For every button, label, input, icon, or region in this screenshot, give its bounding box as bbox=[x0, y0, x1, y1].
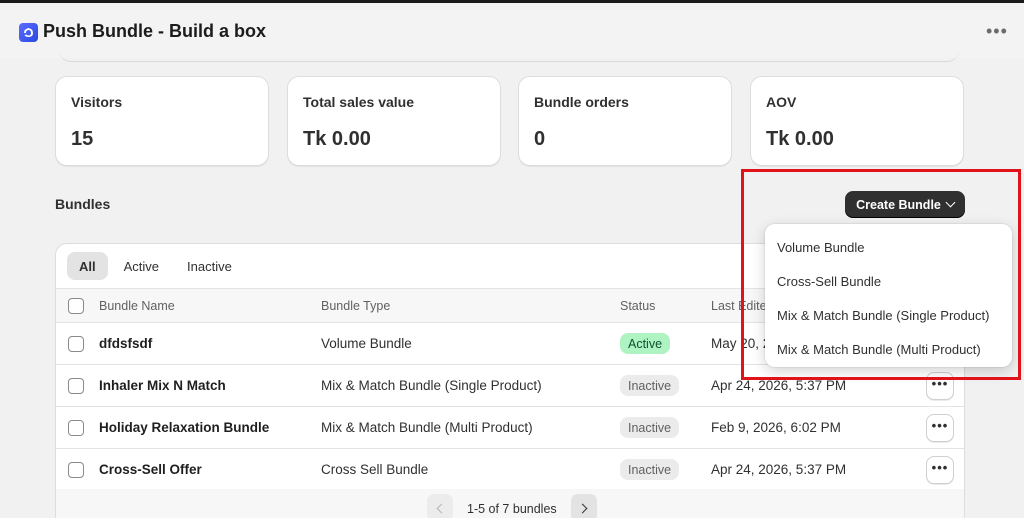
row-checkbox[interactable] bbox=[68, 336, 84, 352]
menu-item-mix-match-single[interactable]: Mix & Match Bundle (Single Product) bbox=[765, 298, 1012, 332]
chevron-left-icon bbox=[436, 503, 447, 513]
stat-label: Total sales value bbox=[303, 94, 415, 110]
status-badge: Inactive bbox=[620, 459, 680, 480]
stat-card-bundle-orders: Bundle orders 0 bbox=[518, 76, 732, 166]
create-bundle-label: Create Bundle bbox=[856, 197, 941, 212]
bundle-name[interactable]: Cross-Sell Offer bbox=[99, 462, 202, 477]
last-edited: Apr 24, 2026, 5:37 PM bbox=[711, 378, 847, 393]
status-badge: Active bbox=[620, 333, 671, 354]
status-badge: Inactive bbox=[620, 417, 680, 438]
table-row[interactable]: Cross-Sell Offer Cross Sell Bundle Inact… bbox=[56, 449, 964, 491]
stat-value: Tk 0.00 bbox=[303, 128, 371, 150]
stat-value: 15 bbox=[71, 128, 94, 150]
row-checkbox[interactable] bbox=[68, 462, 84, 478]
tab-active[interactable]: Active bbox=[112, 252, 171, 280]
table-row[interactable]: Inhaler Mix N Match Mix & Match Bundle (… bbox=[56, 365, 964, 407]
stat-card-aov: AOV Tk 0.00 bbox=[750, 76, 964, 166]
bundle-name[interactable]: Holiday Relaxation Bundle bbox=[99, 420, 269, 435]
status-badge: Inactive bbox=[620, 375, 680, 396]
last-edited: Apr 24, 2026, 5:37 PM bbox=[711, 462, 847, 477]
menu-item-mix-match-multi[interactable]: Mix & Match Bundle (Multi Product) bbox=[765, 332, 1012, 366]
chevron-down-icon bbox=[945, 197, 956, 208]
stat-label: AOV bbox=[766, 94, 797, 110]
row-checkbox[interactable] bbox=[68, 378, 84, 394]
bundle-type: Cross Sell Bundle bbox=[321, 462, 429, 477]
row-more-actions-button[interactable]: ••• bbox=[926, 414, 954, 442]
app-logo-icon bbox=[19, 23, 38, 42]
collapsed-card-edge bbox=[59, 48, 959, 62]
create-bundle-menu: Volume Bundle Cross-Sell Bundle Mix & Ma… bbox=[765, 224, 1012, 367]
last-edited: Feb 9, 2026, 6:02 PM bbox=[711, 420, 841, 435]
bundle-type: Mix & Match Bundle (Multi Product) bbox=[321, 420, 533, 435]
column-header-status: Status bbox=[620, 299, 656, 313]
chevron-right-icon bbox=[577, 503, 588, 513]
create-bundle-button[interactable]: Create Bundle bbox=[845, 191, 965, 218]
filter-tabs: All Active Inactive bbox=[67, 252, 244, 280]
app-title: Push Bundle - Build a box bbox=[43, 21, 267, 41]
stat-card-visitors: Visitors 15 bbox=[55, 76, 269, 166]
row-more-actions-button[interactable]: ••• bbox=[926, 372, 954, 400]
select-all-checkbox[interactable] bbox=[68, 298, 84, 314]
column-header-name: Bundle Name bbox=[99, 299, 175, 313]
row-more-actions-button[interactable]: ••• bbox=[926, 456, 954, 484]
stat-label: Bundle orders bbox=[534, 94, 629, 110]
more-dots-icon: ••• bbox=[931, 418, 949, 433]
menu-item-volume-bundle[interactable]: Volume Bundle bbox=[765, 230, 1012, 264]
stat-label: Visitors bbox=[71, 94, 123, 110]
stat-card-total-sales: Total sales value Tk 0.00 bbox=[287, 76, 501, 166]
column-header-last-edited: Last Edite bbox=[711, 299, 767, 313]
more-dots-icon: ••• bbox=[931, 376, 949, 391]
bundle-name[interactable]: Inhaler Mix N Match bbox=[99, 378, 226, 393]
next-page-button[interactable] bbox=[571, 494, 597, 518]
row-checkbox[interactable] bbox=[68, 420, 84, 436]
previous-page-button[interactable] bbox=[427, 494, 453, 518]
more-actions-icon[interactable]: ••• bbox=[986, 21, 1008, 42]
bundle-type: Volume Bundle bbox=[321, 336, 412, 351]
menu-item-cross-sell-bundle[interactable]: Cross-Sell Bundle bbox=[765, 264, 1012, 298]
stat-value: 0 bbox=[534, 128, 546, 150]
bundle-type: Mix & Match Bundle (Single Product) bbox=[321, 378, 542, 393]
tab-inactive[interactable]: Inactive bbox=[175, 252, 244, 280]
column-header-type: Bundle Type bbox=[321, 299, 391, 313]
more-dots-icon: ••• bbox=[931, 460, 949, 475]
last-edited: May 20, 2 bbox=[711, 336, 771, 351]
pagination-bar: 1-5 of 7 bundles bbox=[56, 489, 964, 518]
stat-value: Tk 0.00 bbox=[766, 128, 834, 150]
pagination-summary: 1-5 of 7 bundles bbox=[467, 502, 557, 516]
tab-all[interactable]: All bbox=[67, 252, 108, 280]
bundles-section-title: Bundles bbox=[55, 196, 111, 212]
bundle-name[interactable]: dfdsfsdf bbox=[99, 336, 152, 351]
table-row[interactable]: Holiday Relaxation Bundle Mix & Match Bu… bbox=[56, 407, 964, 449]
